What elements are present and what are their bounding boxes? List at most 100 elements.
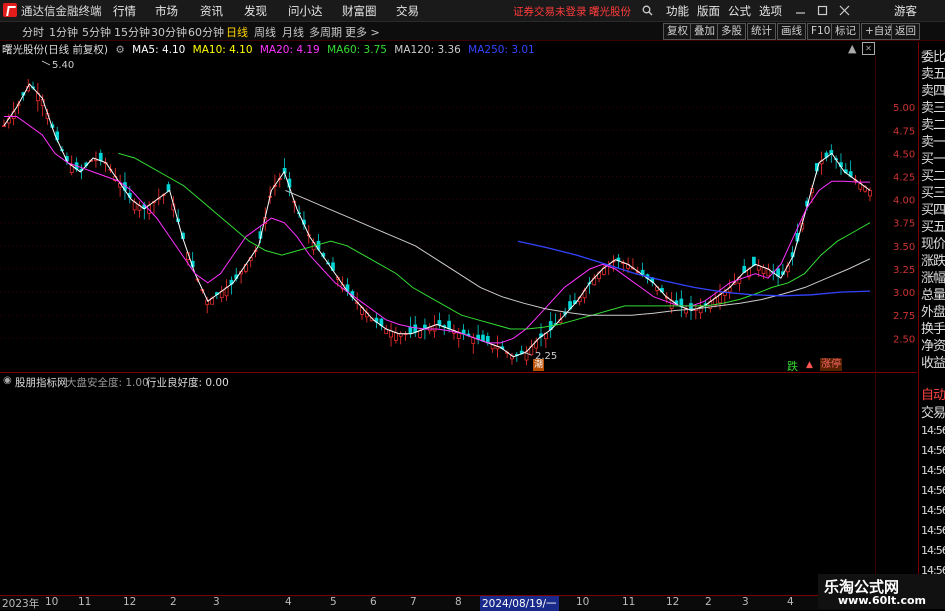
candle-body (389, 330, 393, 338)
menu-shichang[interactable]: 市场 (155, 3, 178, 19)
watermark-url: www.60lt.com (838, 594, 927, 607)
quote-side-panel: 委比 卖五 卖四 卖三 卖二 卖一 买一 买二 买三 买四 买五 现价 涨跌 涨幅 总量 外盘 换手 净资 收益 自… (918, 42, 945, 605)
indicator-field-1: 大盘安全度: 1.00 (66, 377, 149, 389)
tick-time-1: 14:56 (921, 444, 945, 457)
date-tick-13: 11 (622, 596, 636, 608)
date-tick-5: 3 (213, 596, 220, 608)
tab-30min[interactable]: 30分钟 (151, 24, 187, 40)
menu-caifuquan[interactable]: 财富圈 (342, 3, 377, 19)
top-menu-bar: 通达信金融终端 行情 市场 资讯 发现 问小达 财富圈 交易 证券交易未登录 曙… (0, 0, 945, 22)
quote-label-18: 收益 (921, 356, 945, 371)
search-icon[interactable] (642, 5, 653, 16)
tab-multi-period[interactable]: 多周期 (309, 24, 342, 40)
tab-1min[interactable]: 1分钟 (49, 24, 78, 40)
collapse-up-icon[interactable]: ▲ (848, 42, 856, 55)
minimize-icon[interactable] (795, 5, 806, 16)
app-title: 通达信金融终端 (21, 4, 102, 18)
settings-gear-icon[interactable]: ⚙ (115, 44, 124, 56)
menu-xuanxiang[interactable]: 选项 (759, 3, 782, 19)
menu-banmian[interactable]: 版面 (697, 3, 720, 19)
period-toolbar: 分时 1分钟 5分钟 15分钟 30分钟 60分钟 日线 周线 月线 多周期 更… (0, 22, 945, 41)
menu-wenxiaoda[interactable]: 问小达 (288, 3, 323, 19)
stats-button[interactable]: 统计 (747, 23, 776, 40)
tick-time-6: 14:56 (921, 544, 945, 557)
app-logo-icon (3, 3, 17, 17)
candle-body (408, 326, 413, 335)
watermark: 乐淘公式网 www.60lt.com (818, 574, 945, 609)
tab-fenshi[interactable]: 分时 (22, 24, 44, 40)
mark-button[interactable]: 标记 (831, 23, 860, 40)
menu-gongshi[interactable]: 公式 (728, 3, 751, 19)
menu-jiaoyi[interactable]: 交易 (396, 3, 419, 19)
ma60-line (118, 152, 871, 330)
date-tick-3: 12 (123, 596, 137, 608)
date-tick-14: 12 (666, 596, 680, 608)
tab-5min[interactable]: 5分钟 (82, 24, 111, 40)
ma5-line (3, 83, 871, 358)
auto-label[interactable]: 自动 (921, 384, 945, 403)
trade-label[interactable]: 交易 (921, 402, 945, 421)
ma-legend: 曙光股份(日线 前复权) ⚙ MA5: 4.10 MA10: 4.10 MA20… (2, 42, 539, 56)
date-tick-1: 10 (45, 596, 59, 608)
multi-stock-button[interactable]: 多股 (717, 23, 746, 40)
fuquan-button[interactable]: 复权 (663, 23, 692, 40)
ma20-value: MA20: 4.19 (259, 44, 320, 56)
ma5-value: MA5: 4.10 (132, 44, 186, 56)
back-button[interactable]: 返回 (891, 23, 920, 40)
price-tick-0: 5.00 (893, 103, 915, 114)
date-tick-16: 3 (742, 596, 749, 608)
candle-body (447, 320, 451, 330)
indicator-settings-icon[interactable]: ◉ (3, 375, 12, 386)
user-guest[interactable]: 游客 (894, 3, 917, 19)
price-tick-5: 3.75 (893, 219, 915, 230)
tab-monthly[interactable]: 月线 (282, 24, 304, 40)
tick-time-5: 14:56 (921, 524, 945, 537)
tab-weekly[interactable]: 周线 (254, 24, 276, 40)
current-stock-name: 曙光股份 (589, 6, 631, 18)
ma250-value: MA250: 3.01 (468, 44, 535, 56)
menu-gongneng[interactable]: 功能 (666, 3, 689, 19)
price-tick-6: 3.50 (893, 242, 915, 253)
tag-zhangting: 涨停 (820, 358, 842, 371)
indicator-name[interactable]: 股朋指标网 (15, 375, 68, 390)
date-tick-4: 2 (170, 596, 177, 608)
tab-15min[interactable]: 15分钟 (114, 24, 150, 40)
price-tick-10: 2.50 (893, 334, 915, 345)
tab-daily[interactable]: 日线 (226, 24, 248, 40)
price-tick-7: 3.25 (893, 265, 915, 276)
ma250-line (517, 240, 871, 297)
tick-time-2: 14:56 (921, 464, 945, 477)
tab-more[interactable]: 更多 > (345, 24, 380, 40)
sub-indicator-header: ◉ 股朋指标网 大盘安全度: 1.00 行业良好度: 0.00 (0, 372, 917, 391)
draw-line-button[interactable]: 画线 (777, 23, 806, 40)
menu-zixun[interactable]: 资讯 (200, 3, 223, 19)
date-tick-12: 10 (576, 596, 590, 608)
date-tick-2: 11 (78, 596, 92, 608)
price-tick-8: 3.00 (893, 288, 915, 299)
candle-body (418, 330, 422, 338)
maximize-icon[interactable] (817, 5, 828, 16)
candle-body (761, 266, 766, 274)
arrow-up-icon: ▲ (806, 360, 813, 370)
login-status[interactable]: 证券交易未登录 (513, 4, 587, 19)
overlay-button[interactable]: 叠加 (690, 23, 719, 40)
ma10-value: MA10: 4.10 (192, 44, 253, 56)
stock-title: 曙光股份(日线 前复权) (2, 44, 109, 56)
event-marker[interactable]: 潮 (533, 359, 544, 371)
tab-60min[interactable]: 60分钟 (188, 24, 224, 40)
candle-body (485, 336, 490, 344)
date-tick-17: 4 (787, 596, 794, 608)
candle-body (481, 334, 485, 342)
date-tick-6: 4 (285, 596, 292, 608)
high-price-label: 5.40 (52, 60, 74, 71)
ma20-line (4, 116, 870, 344)
ma120-value: MA120: 3.36 (394, 44, 461, 56)
close-panel-icon[interactable]: ✕ (862, 42, 875, 55)
menu-faxian[interactable]: 发现 (244, 3, 267, 19)
candle-body (2, 125, 6, 128)
tick-time-0: 14:56 (921, 424, 945, 437)
menu-hangqing[interactable]: 行情 (113, 3, 136, 19)
close-icon[interactable] (839, 5, 850, 16)
date-tick-10: 8 (455, 596, 462, 608)
kline-chart[interactable]: 5.00 4.75 4.50 4.25 4.00 3.75 3.50 3.25 3.00 2.75… (0, 56, 917, 374)
